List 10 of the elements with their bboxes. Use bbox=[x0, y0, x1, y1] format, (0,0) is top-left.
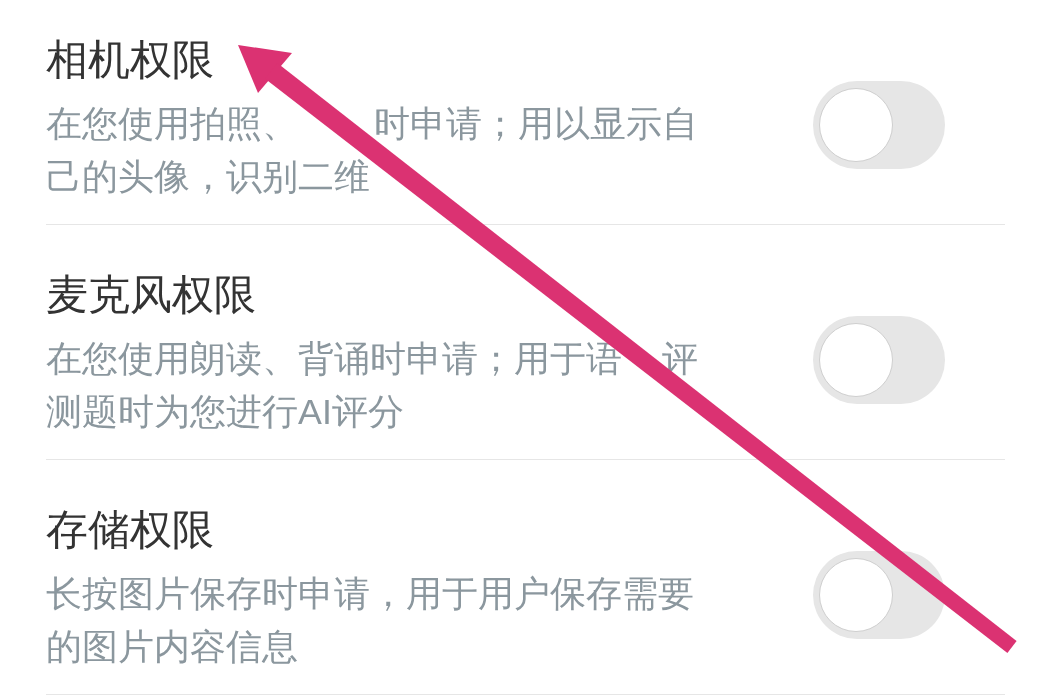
permission-title: 存储权限 bbox=[46, 505, 214, 555]
permission-title: 相机权限 bbox=[46, 35, 214, 85]
permission-description: 评 bbox=[661, 338, 698, 381]
permission-description: 测题时为您进行AI评分 bbox=[46, 391, 404, 434]
permission-title: 麦克风权限 bbox=[46, 270, 256, 320]
permission-description: 在您使用朗读、背诵时申请；用于语 bbox=[46, 338, 622, 381]
permission-description: 己的头像，识别二维 bbox=[46, 156, 370, 199]
permission-description: 时申请；用以显示自 bbox=[373, 103, 698, 146]
permission-description: 在您使用拍照、 bbox=[46, 103, 298, 146]
permission-description: 长按图片保存时申请，用于用户保存需要的图片内容信息 bbox=[46, 573, 695, 669]
